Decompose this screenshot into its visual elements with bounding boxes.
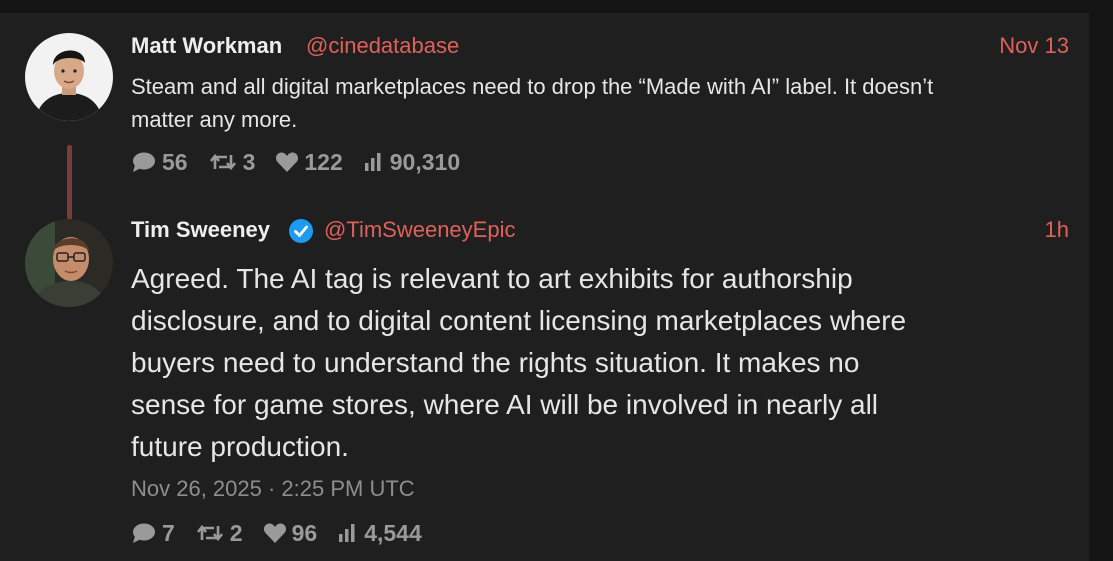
avatar[interactable]: [25, 33, 113, 121]
tweet-time[interactable]: 1h: [1045, 217, 1069, 243]
heart-icon: [263, 523, 286, 543]
avatar[interactable]: [25, 219, 113, 307]
views-stat[interactable]: 90,310: [363, 149, 460, 176]
retweet-count: 3: [242, 148, 256, 175]
tweet-date[interactable]: Nov 26, 2025 · 2:25 PM UTC: [131, 476, 415, 502]
reply-count: 7: [162, 519, 175, 546]
reply-button[interactable]: 56: [131, 149, 188, 176]
tweet-text-line: buyers need to understand the rights sit…: [131, 347, 860, 378]
retweet-icon: [209, 153, 236, 171]
tweet-text-line: disclosure, and to digital content licen…: [131, 305, 907, 336]
tweet-stats: 56 3 122 90,310: [131, 147, 480, 177]
views-icon: [364, 153, 381, 171]
tweet-text-line: future production.: [131, 431, 349, 462]
author-name[interactable]: Tim Sweeney: [131, 217, 270, 243]
retweet-button[interactable]: 2: [195, 520, 243, 547]
thread-panel: Matt Workman @cinedatabase Nov 13 Steam …: [0, 13, 1089, 561]
tweet-tim-sweeney[interactable]: Tim Sweeney @TimSweeneyEpic 1h Agreed. T…: [0, 203, 1089, 561]
retweet-count: 2: [229, 519, 243, 546]
tweet-text-line: Agreed. The AI tag is relevant to art ex…: [131, 263, 853, 294]
like-button[interactable]: 96: [263, 519, 318, 547]
tweet-text-line: Steam and all digital marketplaces need …: [131, 74, 934, 99]
tweet-stats: 7 2 96 4,544: [131, 518, 442, 548]
tweet-text-line: sense for game stores, where AI will be …: [131, 389, 879, 420]
like-button[interactable]: 122: [275, 148, 343, 176]
views-stat[interactable]: 4,544: [337, 520, 422, 547]
author-handle[interactable]: @cinedatabase: [306, 33, 459, 59]
heart-icon: [276, 152, 299, 172]
author-handle[interactable]: @TimSweeneyEpic: [324, 217, 515, 243]
reply-count: 56: [162, 148, 188, 175]
page: Matt Workman @cinedatabase Nov 13 Steam …: [0, 0, 1113, 561]
retweet-button[interactable]: 3: [208, 148, 256, 176]
retweet-icon: [196, 524, 223, 542]
tweet-text: Steam and all digital marketplaces need …: [131, 70, 933, 136]
comment-icon: [133, 523, 155, 543]
tweet-text: Agreed. The AI tag is relevant to art ex…: [131, 258, 906, 468]
views-count: 90,310: [389, 148, 461, 175]
tweet-text-line: matter any more.: [131, 107, 298, 132]
views-count: 4,544: [364, 519, 422, 546]
reply-button[interactable]: 7: [131, 520, 175, 547]
verified-badge-icon: [289, 219, 313, 243]
views-icon: [339, 524, 355, 542]
like-count: 122: [304, 148, 343, 175]
like-count: 96: [291, 519, 318, 546]
tweet-matt-workman[interactable]: Matt Workman @cinedatabase Nov 13 Steam …: [0, 13, 1089, 223]
author-name[interactable]: Matt Workman: [131, 33, 282, 59]
comment-icon: [133, 152, 155, 172]
tweet-time[interactable]: Nov 13: [999, 33, 1069, 59]
